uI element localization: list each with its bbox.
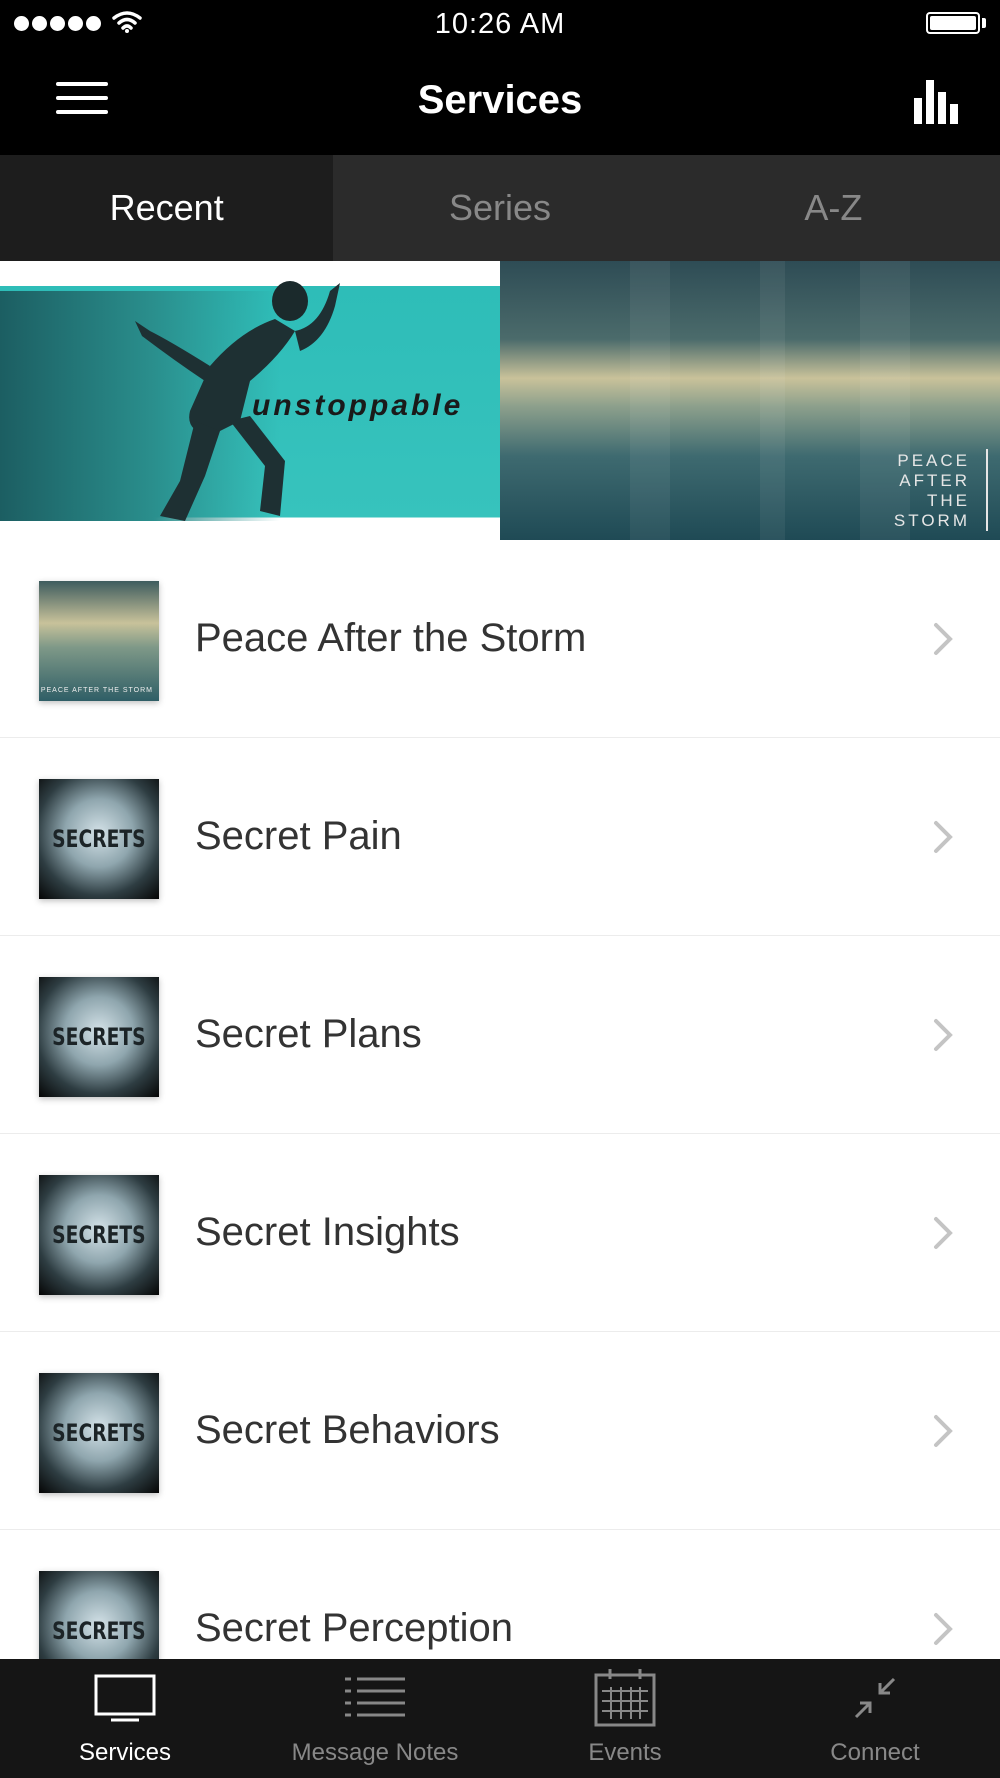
service-title: Secret Behaviors bbox=[195, 1408, 500, 1452]
chevron-right-icon bbox=[934, 821, 953, 853]
banner-right-title: PEACE AFTER THE STORM bbox=[893, 451, 970, 530]
chevron-right-icon bbox=[934, 1019, 953, 1051]
bottom-tab-connect[interactable]: Connect bbox=[750, 1659, 1000, 1778]
status-time: 10:26 AM bbox=[434, 8, 566, 40]
battery-icon bbox=[926, 12, 980, 34]
tab-series[interactable]: Series bbox=[333, 155, 666, 261]
bottom-tab-bar: Services Message Notes Events Connect bbox=[0, 1659, 1000, 1778]
chevron-right-icon bbox=[934, 1613, 953, 1645]
bottom-tab-events[interactable]: Events bbox=[500, 1659, 750, 1778]
featured-banner: unstoppable PEACE AFTER THE STORM bbox=[0, 261, 1000, 540]
bottom-tab-label: Connect bbox=[830, 1739, 920, 1766]
thumbnail-caption: SECRETS bbox=[52, 1617, 146, 1645]
list-icon bbox=[345, 1677, 405, 1717]
status-bar: 10:26 AM bbox=[0, 0, 1000, 50]
bottom-tab-label: Message Notes bbox=[291, 1739, 459, 1766]
battery-tip bbox=[982, 18, 986, 28]
chevron-right-icon bbox=[934, 623, 953, 655]
service-title: Secret Insights bbox=[195, 1210, 460, 1254]
tab-recent[interactable]: Recent bbox=[0, 155, 334, 261]
tab-a-z[interactable]: A-Z bbox=[667, 155, 1000, 261]
page-title: Services bbox=[417, 78, 583, 122]
thumbnail-caption: SECRETS bbox=[52, 1419, 146, 1447]
banner-unstoppable[interactable]: unstoppable bbox=[0, 261, 500, 540]
banner-left-title: unstoppable bbox=[252, 389, 464, 422]
banner-divider bbox=[986, 449, 988, 531]
thumbnail-caption: PEACE AFTER THE STORM bbox=[40, 687, 153, 694]
service-title: Secret Plans bbox=[195, 1012, 422, 1056]
service-thumbnail: SECRETS bbox=[39, 977, 159, 1097]
services-list: PEACE AFTER THE STORM Peace After the St… bbox=[0, 540, 1000, 1728]
service-thumbnail: SECRETS bbox=[39, 1373, 159, 1493]
service-title: Peace After the Storm bbox=[195, 616, 587, 660]
service-thumbnail: SECRETS bbox=[39, 779, 159, 899]
list-item[interactable]: PEACE AFTER THE STORM Peace After the St… bbox=[0, 540, 1000, 738]
connect-arrows-icon bbox=[854, 1677, 896, 1719]
nav-bar: Services bbox=[0, 50, 1000, 155]
calendar-icon bbox=[594, 1669, 656, 1727]
bottom-tab-message-notes[interactable]: Message Notes bbox=[250, 1659, 500, 1778]
tv-icon bbox=[94, 1674, 156, 1722]
list-item[interactable]: SECRETS Secret Pain bbox=[0, 738, 1000, 936]
banner-peace-after-the-storm[interactable]: PEACE AFTER THE STORM bbox=[500, 261, 1000, 540]
list-item[interactable]: SECRETS Secret Plans bbox=[0, 936, 1000, 1134]
chevron-right-icon bbox=[934, 1217, 953, 1249]
service-title: Secret Pain bbox=[195, 814, 402, 858]
bar-chart-icon[interactable] bbox=[912, 80, 962, 124]
bottom-tab-services[interactable]: Services bbox=[0, 1659, 250, 1778]
thumbnail-caption: SECRETS bbox=[52, 1221, 146, 1249]
chevron-right-icon bbox=[934, 1415, 953, 1447]
service-thumbnail: PEACE AFTER THE STORM bbox=[39, 581, 159, 701]
thumbnail-caption: SECRETS bbox=[52, 825, 146, 853]
bottom-tab-label: Events bbox=[588, 1739, 662, 1766]
segment-tabs: Recent Series A-Z bbox=[0, 155, 1000, 261]
list-item[interactable]: SECRETS Secret Behaviors bbox=[0, 1332, 1000, 1530]
list-item[interactable]: SECRETS Secret Insights bbox=[0, 1134, 1000, 1332]
service-thumbnail: SECRETS bbox=[39, 1175, 159, 1295]
bottom-tab-label: Services bbox=[78, 1739, 172, 1766]
thumbnail-caption: SECRETS bbox=[52, 1023, 146, 1051]
